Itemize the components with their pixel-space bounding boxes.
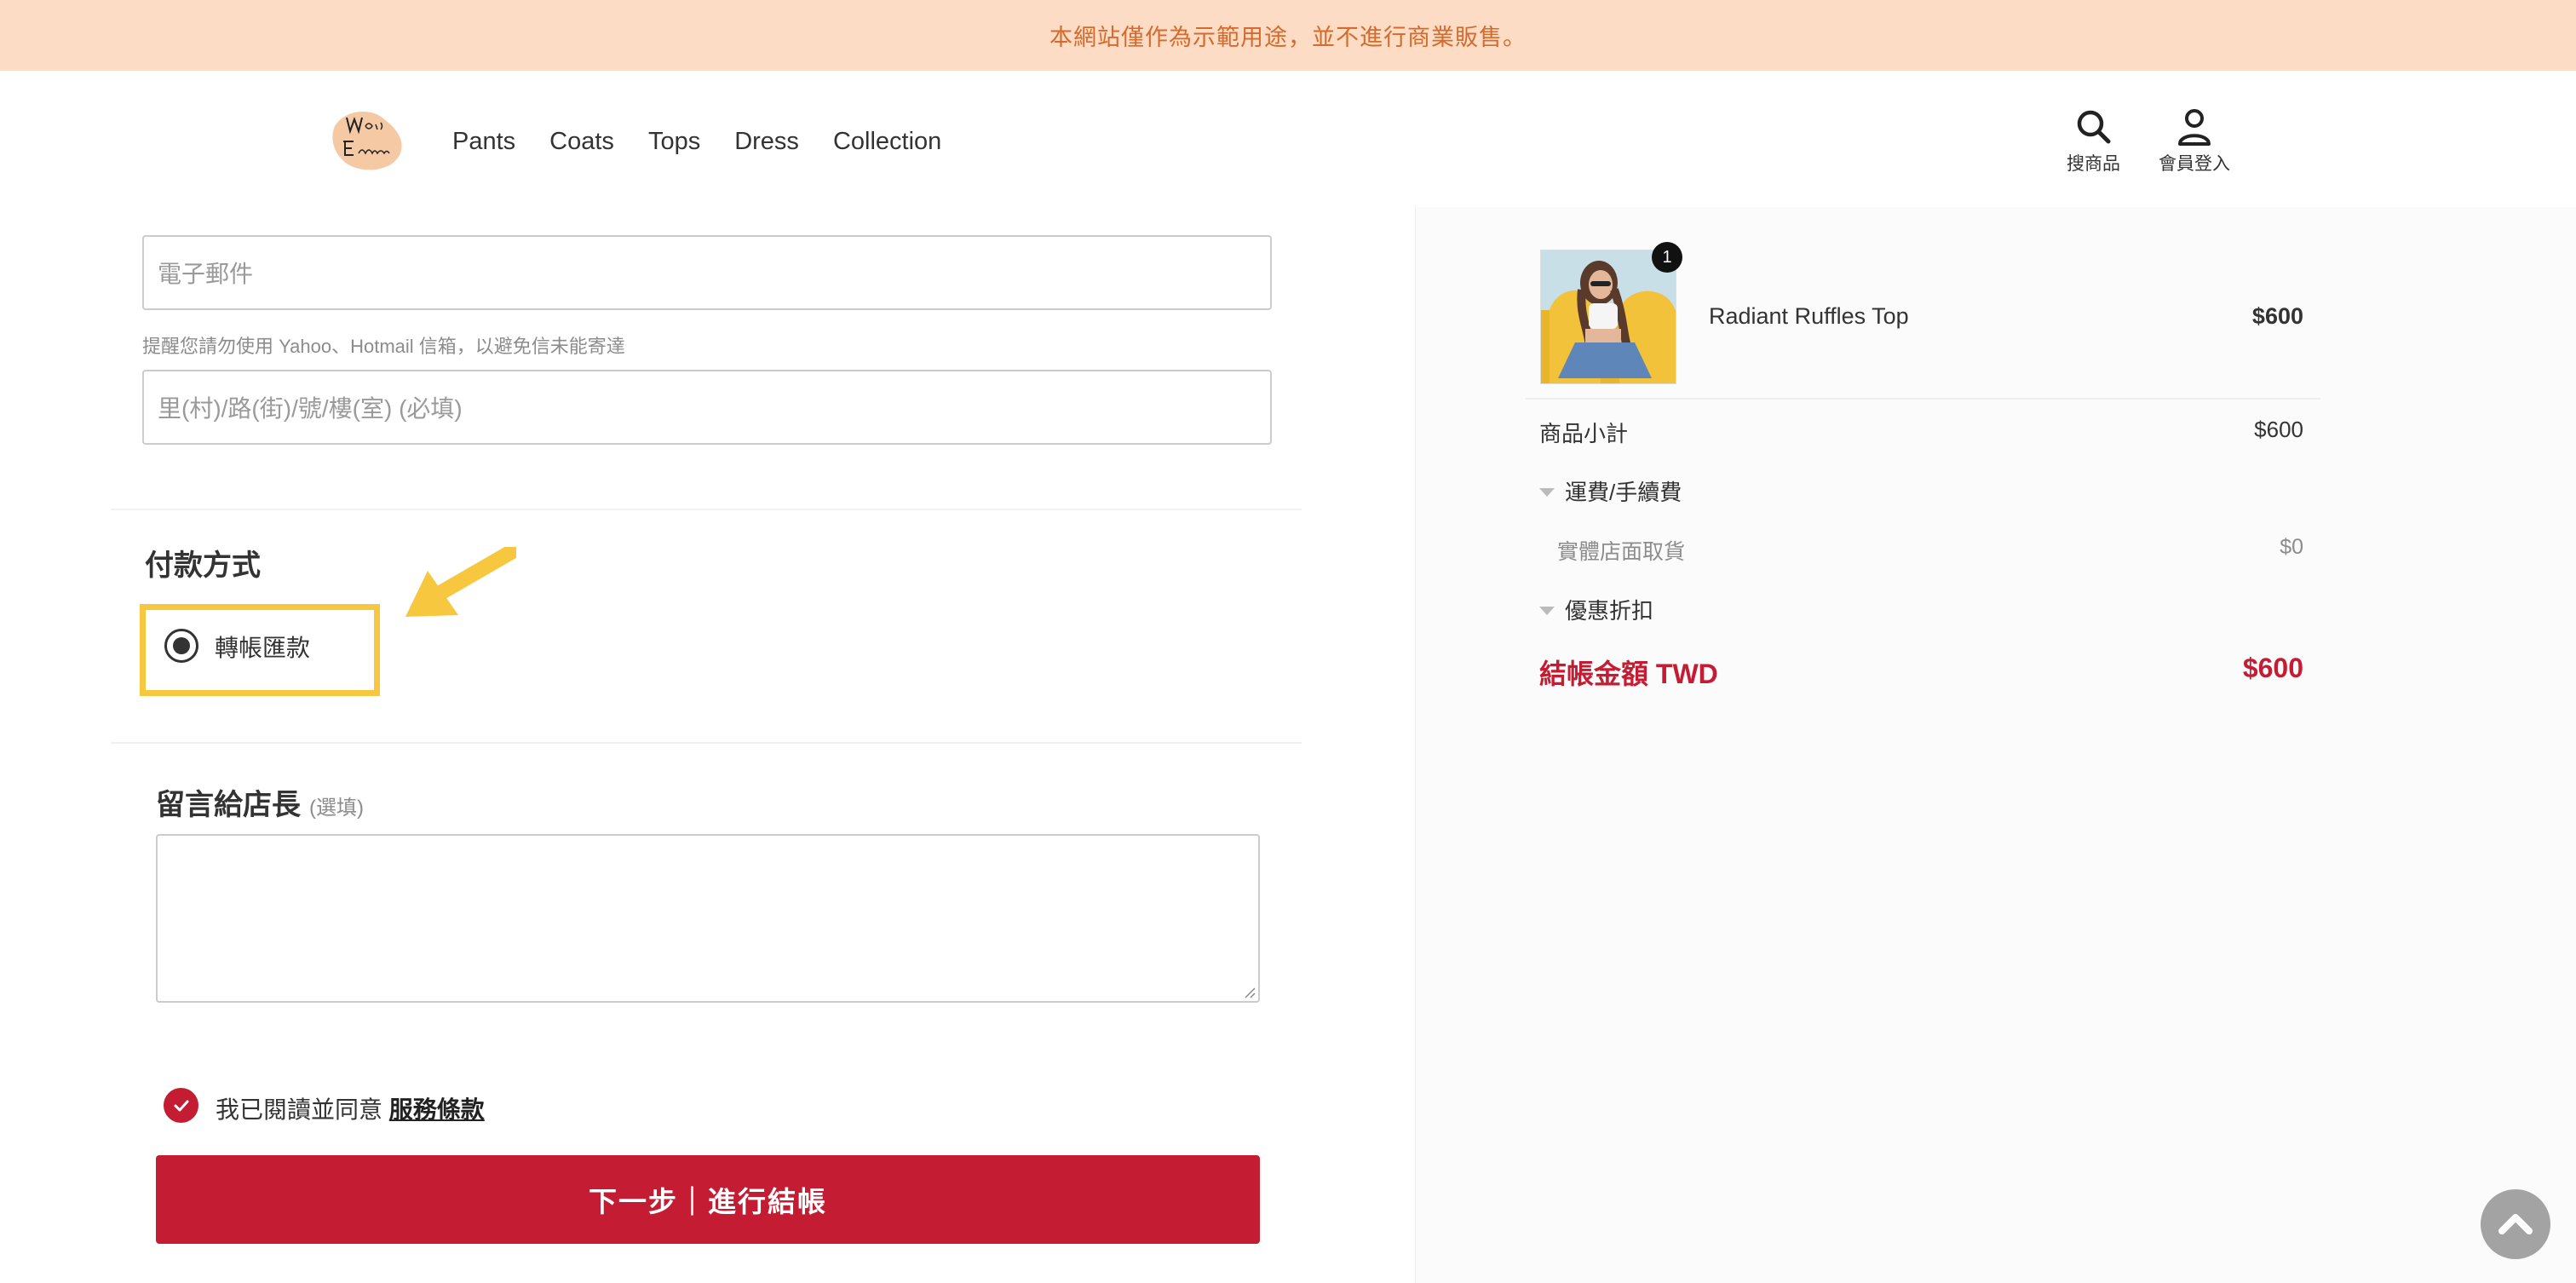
payment-radio-bank-transfer[interactable] xyxy=(164,629,198,663)
message-optional-label: (選填) xyxy=(309,797,364,820)
announcement-text: 本網站僅作為示範用途，並不進行商業販售。 xyxy=(1049,25,1527,50)
terms-agree-text: 我已閱讀並同意 服務條款 xyxy=(216,1091,485,1125)
search-button[interactable]: 搜商品 xyxy=(2067,107,2120,175)
main-nav: Pants Coats Tops Dress Collection xyxy=(452,128,941,156)
caret-down-icon xyxy=(1539,607,1555,616)
total-value: $600 xyxy=(2242,653,2303,683)
item-quantity-badge: 1 xyxy=(1652,242,1682,273)
nav-item-dress[interactable]: Dress xyxy=(734,128,799,156)
radio-selected-dot xyxy=(173,637,190,654)
nav-item-pants[interactable]: Pants xyxy=(452,128,515,156)
payment-option-label: 轉帳匯款 xyxy=(215,635,311,661)
checkmark-icon xyxy=(174,1100,188,1111)
message-title: 留言給店長 (選填) xyxy=(156,781,364,823)
subtotal-value: $600 xyxy=(2254,417,2303,442)
scroll-to-top-button[interactable] xyxy=(2481,1189,2550,1259)
address-placeholder: 里(村)/路(街)/號/樓(室) (必填) xyxy=(158,395,463,422)
nav-item-coats[interactable]: Coats xyxy=(549,128,614,156)
next-step-checkout-button[interactable]: 下一步｜進行結帳 xyxy=(156,1155,1260,1244)
subtotal-label: 商品小計 xyxy=(1539,421,1629,446)
caret-down-icon xyxy=(1539,488,1555,498)
resize-handle-icon[interactable] xyxy=(1242,985,1256,998)
message-textarea[interactable] xyxy=(156,834,1260,1003)
shipping-fee-toggle[interactable]: 運費/手續費 xyxy=(1539,475,1682,507)
member-login-button[interactable]: 會員登入 xyxy=(2159,107,2230,175)
user-icon xyxy=(2178,109,2211,146)
nav-item-collection[interactable]: Collection xyxy=(833,128,941,156)
store-pickup-label: 實體店面取貨 xyxy=(1557,540,1686,564)
terms-checkbox[interactable] xyxy=(164,1088,198,1123)
email-placeholder: 電子郵件 xyxy=(158,261,254,287)
nav-item-tops[interactable]: Tops xyxy=(648,128,700,156)
section-divider xyxy=(111,742,1302,744)
shipping-fee-label: 運費/手續費 xyxy=(1565,480,1682,505)
pointer-arrow-icon xyxy=(405,547,516,617)
agree-label: 我已閱讀並同意 xyxy=(216,1096,383,1123)
member-login-label: 會員登入 xyxy=(2159,154,2230,174)
payment-method-title: 付款方式 xyxy=(145,549,261,582)
summary-divider xyxy=(1526,398,2320,400)
chevron-up-icon xyxy=(2498,1214,2533,1234)
section-divider xyxy=(111,509,1302,510)
email-field[interactable]: 電子郵件 xyxy=(142,235,1272,310)
search-icon xyxy=(2077,110,2110,144)
terms-link[interactable]: 服務條款 xyxy=(389,1096,485,1123)
item-name: Radiant Ruffles Top xyxy=(1709,303,1909,329)
search-label: 搜商品 xyxy=(2067,154,2120,174)
store-pickup-value: $0 xyxy=(2280,535,2303,559)
item-price: $600 xyxy=(2251,303,2303,329)
message-title-text: 留言給店長 xyxy=(156,789,301,821)
product-thumbnail xyxy=(1540,250,1676,384)
email-hint: 提醒您請勿使用 Yahoo、Hotmail 信箱，以避免信未能寄達 xyxy=(142,336,625,357)
address-field[interactable]: 里(村)/路(街)/號/樓(室) (必填) xyxy=(142,370,1272,445)
discount-label: 優惠折扣 xyxy=(1565,598,1654,624)
total-label: 結帳金額 TWD xyxy=(1539,659,1718,689)
brand-logo[interactable] xyxy=(328,102,410,175)
announcement-banner: 本網站僅作為示範用途，並不進行商業販售。 xyxy=(0,0,2576,71)
discount-toggle[interactable]: 優惠折扣 xyxy=(1539,594,1653,625)
